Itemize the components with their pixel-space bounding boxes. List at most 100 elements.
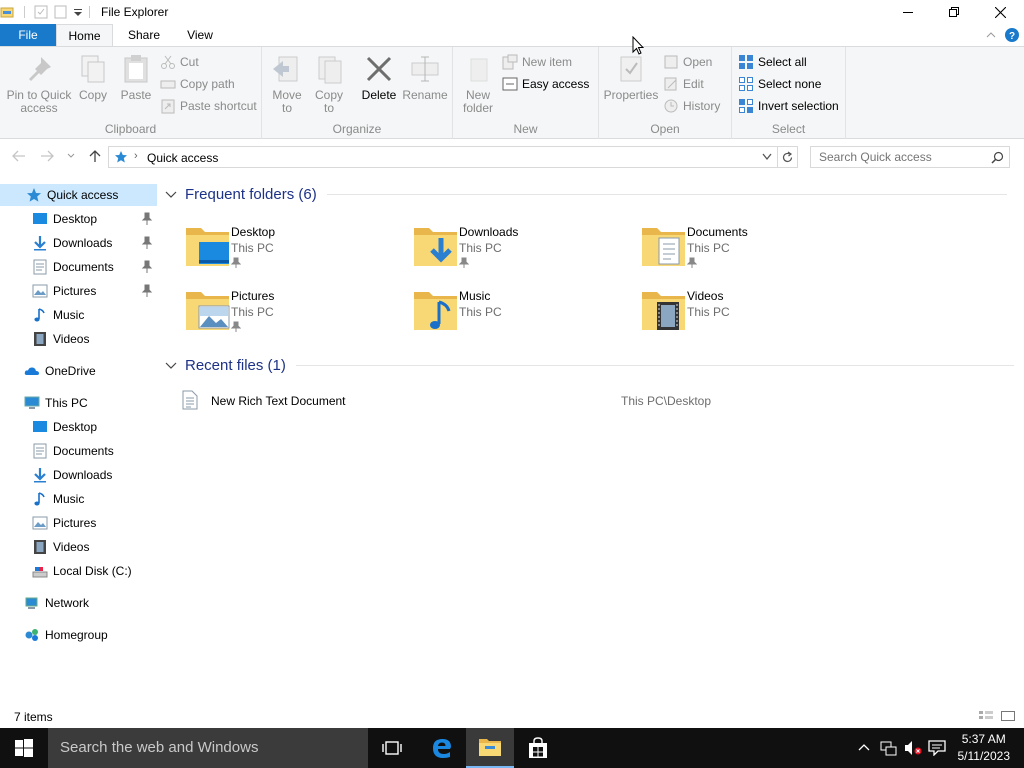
cut-button[interactable]: Cut bbox=[160, 52, 199, 72]
pin-icon[interactable] bbox=[141, 284, 153, 298]
copy-path-button[interactable]: Copy path bbox=[160, 74, 235, 94]
breadcrumb-quick-access[interactable]: Quick access bbox=[147, 151, 218, 165]
tab-share[interactable]: Share bbox=[126, 24, 162, 46]
taskbar-search[interactable]: Search the web and Windows bbox=[48, 728, 368, 768]
address-dropdown-icon[interactable] bbox=[761, 152, 773, 162]
file-explorer-taskbar-button[interactable] bbox=[466, 728, 514, 768]
nav-network[interactable]: Network bbox=[0, 592, 157, 614]
pin-icon[interactable] bbox=[141, 212, 153, 226]
edit-label: Edit bbox=[683, 77, 704, 91]
up-button[interactable] bbox=[86, 149, 104, 165]
tab-view[interactable]: View bbox=[184, 24, 216, 46]
folder-music[interactable]: Music This PC bbox=[413, 284, 633, 340]
start-button[interactable] bbox=[0, 728, 48, 768]
nav-qa-pictures[interactable]: Pictures bbox=[0, 280, 157, 302]
recent-locations-button[interactable] bbox=[62, 149, 80, 165]
forward-arrow-icon bbox=[41, 150, 54, 162]
new-item-button[interactable]: New item bbox=[502, 52, 572, 72]
copy-button[interactable]: Copy bbox=[76, 53, 110, 102]
pin-to-quick-access-button[interactable]: Pin to Quick access bbox=[4, 53, 74, 115]
address-bar[interactable]: › Quick access bbox=[108, 146, 778, 168]
open-button[interactable]: Open bbox=[663, 52, 712, 72]
large-icons-view-icon[interactable] bbox=[1000, 710, 1016, 722]
help-button[interactable]: ? bbox=[1004, 27, 1020, 43]
nav-pc-local-disk[interactable]: Local Disk (C:) bbox=[0, 560, 157, 582]
folder-desktop[interactable]: Desktop This PC bbox=[185, 220, 405, 276]
frequent-folders-header[interactable]: Frequent folders (6) bbox=[165, 183, 1007, 205]
task-view-button[interactable] bbox=[368, 728, 416, 768]
back-button[interactable] bbox=[10, 149, 28, 165]
nav-homegroup[interactable]: Homegroup bbox=[0, 624, 157, 646]
desktop-icon bbox=[33, 421, 47, 432]
nav-pc-desktop[interactable]: Desktop bbox=[0, 416, 157, 438]
explorer-app-icon[interactable] bbox=[0, 5, 14, 19]
restore-button[interactable] bbox=[931, 0, 977, 24]
tab-home[interactable]: Home bbox=[56, 24, 113, 46]
store-taskbar-button[interactable] bbox=[514, 728, 562, 768]
system-clock[interactable]: 5:37 AM 5/11/2023 bbox=[958, 731, 1011, 765]
edge-taskbar-button[interactable] bbox=[418, 728, 466, 768]
nav-quick-access[interactable]: Quick access bbox=[0, 184, 157, 206]
network-tray-icon[interactable] bbox=[880, 740, 898, 756]
restore-icon bbox=[949, 7, 959, 17]
nav-qa-music[interactable]: Music bbox=[0, 304, 157, 326]
rename-button[interactable]: Rename bbox=[402, 53, 448, 102]
paste-button[interactable]: Paste bbox=[118, 53, 154, 102]
move-to-button[interactable]: Move to bbox=[268, 53, 306, 115]
customize-qat-icon[interactable] bbox=[73, 5, 83, 19]
nav-label: Pictures bbox=[53, 516, 97, 530]
show-hidden-icons-icon[interactable] bbox=[858, 742, 870, 752]
new-folder-button[interactable]: New folder bbox=[459, 53, 497, 115]
copy-to-button[interactable]: Copy to bbox=[310, 53, 348, 115]
recent-files-header[interactable]: Recent files (1) bbox=[165, 354, 1014, 376]
nav-qa-desktop[interactable]: Desktop bbox=[0, 208, 157, 230]
select-all-button[interactable]: Select all bbox=[738, 52, 807, 72]
action-center-icon[interactable] bbox=[928, 740, 946, 756]
search-box[interactable] bbox=[810, 146, 1010, 168]
search-icon[interactable] bbox=[991, 151, 1004, 164]
folder-videos[interactable]: Videos This PC bbox=[641, 284, 861, 340]
paste-label: Paste bbox=[120, 88, 152, 102]
forward-button[interactable] bbox=[38, 149, 56, 165]
nav-qa-downloads[interactable]: Downloads bbox=[0, 232, 157, 254]
details-view-icon[interactable] bbox=[978, 710, 994, 722]
edit-button[interactable]: Edit bbox=[663, 74, 704, 94]
recent-file-name: New Rich Text Document bbox=[211, 394, 346, 408]
nav-pc-music[interactable]: Music bbox=[0, 488, 157, 510]
invert-selection-button[interactable]: Invert selection bbox=[738, 96, 839, 116]
recent-file-row[interactable]: New Rich Text Document This PC\Desktop bbox=[178, 390, 858, 412]
task-view-icon bbox=[382, 741, 402, 755]
pin-icon[interactable] bbox=[141, 260, 153, 274]
history-button[interactable]: History bbox=[663, 96, 720, 116]
folder-pictures[interactable]: Pictures This PC bbox=[185, 284, 405, 340]
properties-qat-icon[interactable] bbox=[34, 5, 48, 19]
folder-downloads[interactable]: Downloads This PC bbox=[413, 220, 633, 276]
tab-file[interactable]: File bbox=[0, 24, 56, 46]
paste-shortcut-button[interactable]: Paste shortcut bbox=[160, 96, 257, 116]
select-none-button[interactable]: Select none bbox=[738, 74, 821, 94]
nav-pc-documents[interactable]: Documents bbox=[0, 440, 157, 462]
folder-documents[interactable]: Documents This PC bbox=[641, 220, 861, 276]
refresh-button[interactable] bbox=[778, 146, 798, 168]
volume-muted-icon[interactable] bbox=[904, 740, 922, 756]
breadcrumb-separator-icon: › bbox=[134, 150, 138, 162]
nav-qa-videos[interactable]: Videos bbox=[0, 328, 157, 350]
history-icon bbox=[664, 99, 678, 113]
minimize-button[interactable] bbox=[885, 0, 931, 24]
search-input[interactable] bbox=[819, 150, 989, 164]
easy-access-button[interactable]: Easy access bbox=[502, 74, 589, 94]
nav-pc-pictures[interactable]: Pictures bbox=[0, 512, 157, 534]
nav-qa-documents[interactable]: Documents bbox=[0, 256, 157, 278]
delete-button[interactable]: Delete bbox=[358, 53, 400, 102]
new-group: New folder New item Easy access New bbox=[453, 47, 599, 139]
nav-pc-downloads[interactable]: Downloads bbox=[0, 464, 157, 486]
close-button[interactable] bbox=[977, 0, 1023, 24]
nav-onedrive[interactable]: OneDrive bbox=[0, 360, 157, 382]
nav-pc-videos[interactable]: Videos bbox=[0, 536, 157, 558]
pin-icon[interactable] bbox=[141, 236, 153, 250]
properties-button[interactable]: Properties bbox=[603, 53, 659, 102]
minimize-ribbon-button[interactable] bbox=[984, 28, 998, 42]
nav-this-pc[interactable]: This PC bbox=[0, 392, 157, 414]
new-folder-qat-icon[interactable] bbox=[54, 5, 68, 19]
folder-location: This PC bbox=[687, 241, 730, 255]
